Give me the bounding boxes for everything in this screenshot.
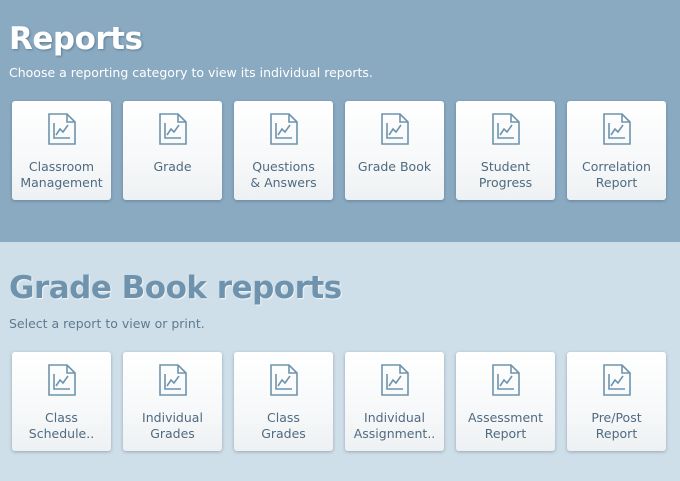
- category-label: Correlation Report: [582, 159, 651, 190]
- chart-document-icon: [381, 364, 409, 396]
- category-label: Grade: [153, 159, 192, 174]
- report-card-class-grades[interactable]: Class Grades: [234, 352, 333, 451]
- report-card-individual-assignment[interactable]: Individual Assignment..: [345, 352, 444, 451]
- report-card-assessment-report[interactable]: Assessment Report: [456, 352, 555, 451]
- category-label: Student Progress: [478, 159, 533, 190]
- chart-document-icon: [159, 364, 187, 396]
- report-label: Assessment Report: [468, 410, 543, 441]
- category-card-classroom-management[interactable]: Classroom Management: [12, 101, 111, 200]
- chart-document-icon: [48, 113, 76, 145]
- category-label: Classroom Management: [20, 159, 103, 190]
- reports-header-panel: Reports Choose a reporting category to v…: [0, 0, 680, 242]
- category-label: Questions & Answers: [250, 159, 317, 190]
- page-title: Reports: [9, 21, 143, 57]
- category-card-student-progress[interactable]: Student Progress: [456, 101, 555, 200]
- report-label: Individual Assignment..: [353, 410, 436, 441]
- category-card-grade[interactable]: Grade: [123, 101, 222, 200]
- report-label: Class Grades: [261, 410, 306, 441]
- section-subtitle: Select a report to view or print.: [9, 316, 205, 331]
- grade-book-report-list: Class Schedule.. Individual Grades Class…: [12, 352, 672, 452]
- report-label: Pre/Post Report: [591, 410, 642, 441]
- chart-document-icon: [381, 113, 409, 145]
- report-label: Class Schedule..: [28, 410, 95, 441]
- chart-document-icon: [603, 364, 631, 396]
- report-card-class-schedule[interactable]: Class Schedule..: [12, 352, 111, 451]
- chart-document-icon: [159, 113, 187, 145]
- report-card-pre-post-report[interactable]: Pre/Post Report: [567, 352, 666, 451]
- section-title: Grade Book reports: [9, 270, 342, 306]
- category-card-questions-answers[interactable]: Questions & Answers: [234, 101, 333, 200]
- chart-document-icon: [270, 364, 298, 396]
- chart-document-icon: [492, 113, 520, 145]
- chart-document-icon: [492, 364, 520, 396]
- category-card-grade-book[interactable]: Grade Book: [345, 101, 444, 200]
- report-label: Individual Grades: [142, 410, 203, 441]
- report-category-list: Classroom Management Grade Questions & A…: [12, 101, 672, 201]
- page-subtitle: Choose a reporting category to view its …: [9, 65, 373, 80]
- report-card-individual-grades[interactable]: Individual Grades: [123, 352, 222, 451]
- chart-document-icon: [603, 113, 631, 145]
- category-card-correlation-report[interactable]: Correlation Report: [567, 101, 666, 200]
- category-label: Grade Book: [357, 159, 432, 174]
- chart-document-icon: [48, 364, 76, 396]
- chart-document-icon: [270, 113, 298, 145]
